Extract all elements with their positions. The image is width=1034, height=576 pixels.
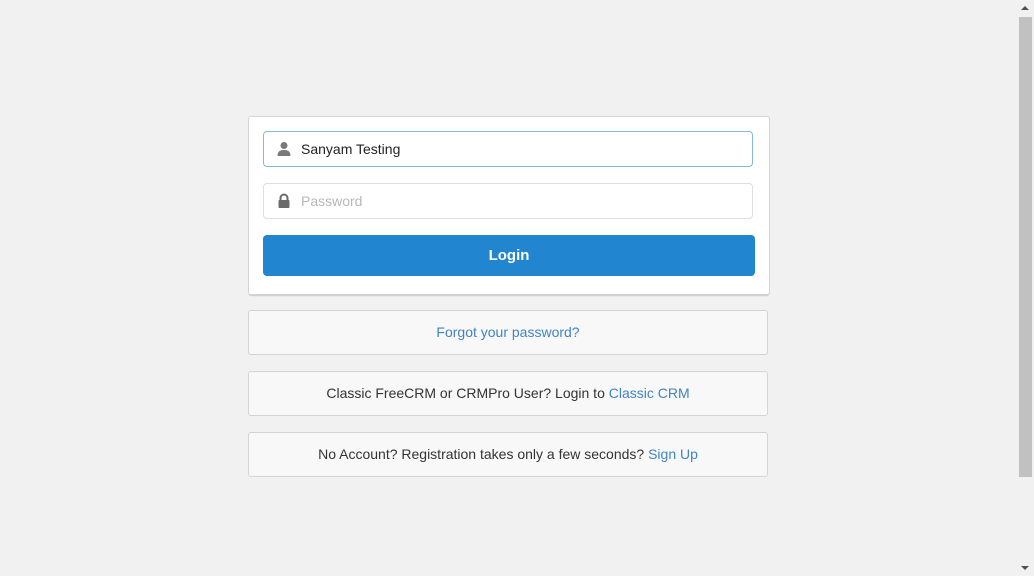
scroll-up-arrow-icon[interactable]	[1021, 6, 1029, 10]
username-input[interactable]	[301, 132, 741, 166]
lock-icon	[276, 193, 292, 209]
password-input[interactable]	[301, 184, 741, 218]
scroll-down-arrow-icon[interactable]	[1021, 566, 1029, 570]
signup-link[interactable]: Sign Up	[648, 446, 698, 462]
signup-box: No Account? Registration takes only a fe…	[248, 432, 768, 477]
page: Login Forgot your password? Classic Free…	[0, 0, 1017, 576]
classic-crm-box: Classic FreeCRM or CRMPro User? Login to…	[248, 371, 768, 416]
classic-crm-text: Classic FreeCRM or CRMPro User? Login to	[326, 385, 609, 401]
vertical-scrollbar[interactable]	[1017, 0, 1034, 576]
classic-crm-link[interactable]: Classic CRM	[609, 385, 690, 401]
password-field-wrapper	[263, 183, 753, 219]
forgot-password-box: Forgot your password?	[248, 310, 768, 355]
scroll-thumb[interactable]	[1019, 17, 1032, 477]
signup-text: No Account? Registration takes only a fe…	[318, 446, 649, 462]
username-field-wrapper	[263, 131, 753, 167]
forgot-password-link[interactable]: Forgot your password?	[436, 324, 579, 340]
user-icon	[276, 141, 292, 157]
login-form-card: Login	[248, 116, 770, 295]
login-button[interactable]: Login	[263, 235, 755, 276]
